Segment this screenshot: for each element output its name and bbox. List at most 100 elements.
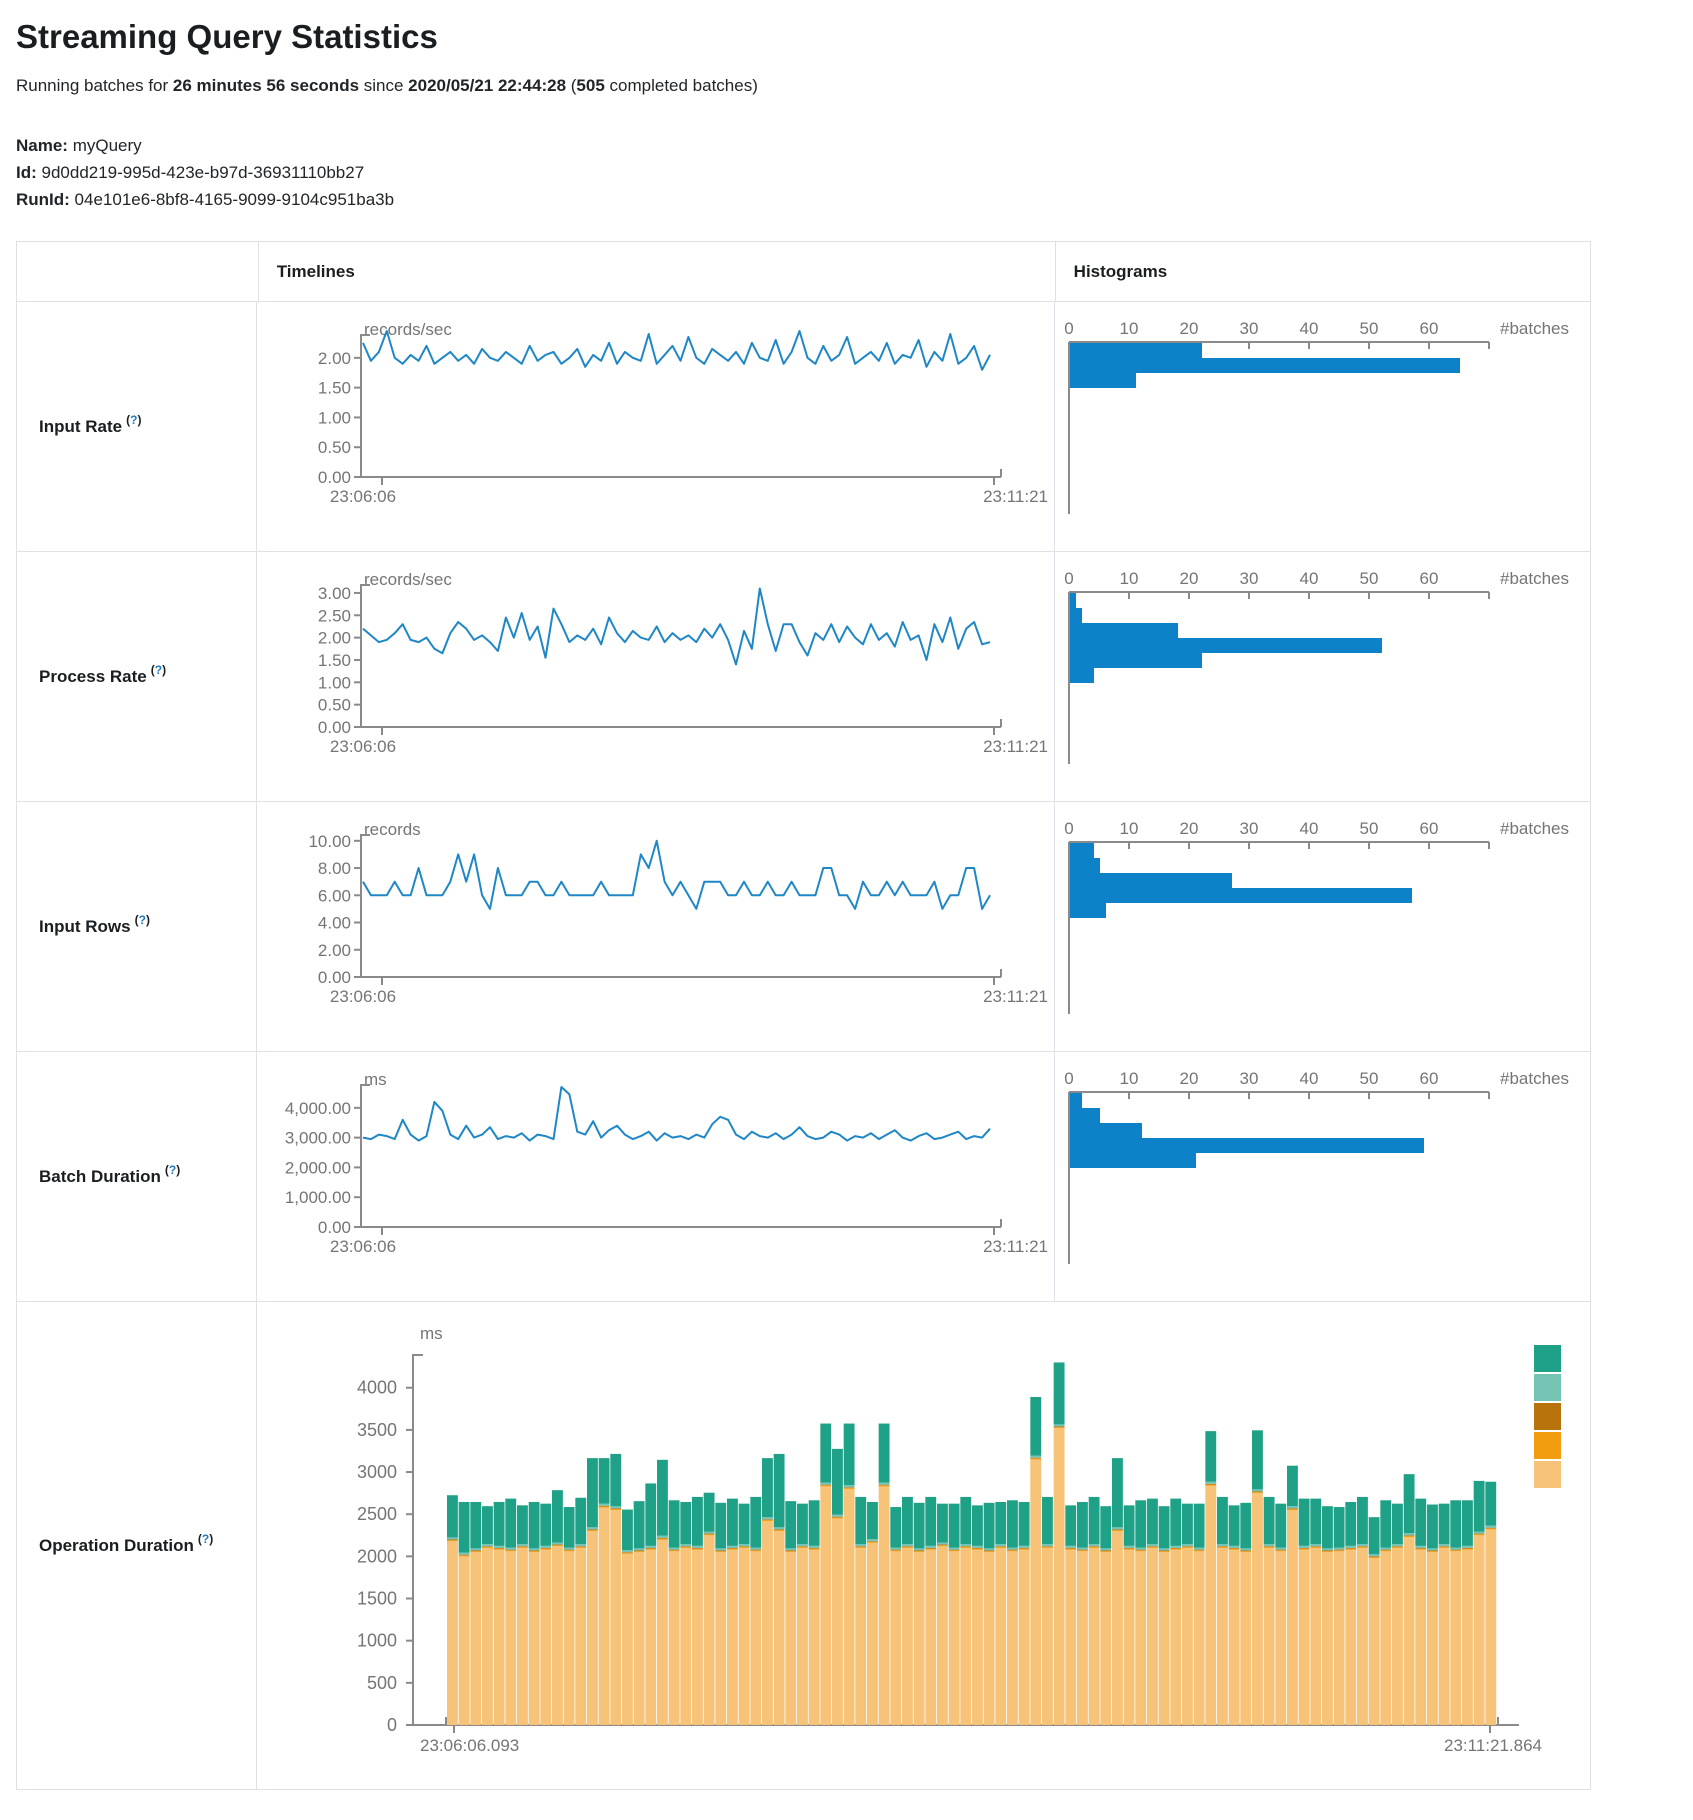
stacked-bar-segment-sliver-orange [925,1549,936,1550]
stacked-bar-segment-bottom-tan [447,1541,458,1725]
stacked-bar-segment-bottom-tan [1287,1510,1298,1725]
stacked-bar-segment-top-teal [879,1424,890,1483]
stacked-bar-segment-top-teal [972,1505,983,1545]
stacked-bar-segment-sliver-orange [1345,1549,1356,1550]
stacked-bar-segment-sliver-light-teal [984,1548,995,1550]
stacked-bar-segment-sliver-light-teal [669,1548,680,1550]
help-tooltip-operation-duration[interactable]: (?) [198,1532,213,1546]
stacked-bar-segment-bottom-tan [657,1540,668,1726]
stacked-bar-segment-sliver-orange [517,1547,528,1548]
stacked-bar-segment-bottom-tan [634,1552,645,1725]
histogram-bar [1070,1123,1142,1138]
stacked-bar-segment-sliver-dark-orange [1229,1548,1240,1549]
stacked-bar-segment-top-teal [1065,1505,1076,1545]
process-rate-timeline-chart: records/sec0.000.501.001.502.002.503.002… [257,552,1055,801]
stacked-bar-segment-sliver-dark-orange [1287,1508,1298,1509]
stacked-bar-segment-bottom-tan [1100,1552,1111,1725]
stacked-bar-segment-bottom-tan [820,1486,831,1725]
operation-duration-stacked-chart: ms0500100015002000250030003500400023:06:… [257,1302,1591,1789]
streaming-statistics-page: Streaming Query Statistics Running batch… [0,0,1693,1790]
stacked-bar-segment-bottom-tan [1194,1551,1205,1725]
stacked-bar-segment-sliver-light-teal [1205,1482,1216,1484]
help-paren: ) [176,1163,180,1177]
stacked-bar-segment-sliver-dark-orange [1334,1550,1345,1551]
summary-since: 2020/05/21 22:44:28 [408,76,566,95]
stacked-bar-segment-bottom-tan [564,1551,575,1725]
chart-text: 0 [1064,569,1073,588]
stacked-bar-segment-sliver-light-teal [972,1546,983,1548]
stacked-bar-segment-sliver-dark-orange [972,1548,983,1549]
help-question-icon[interactable]: ? [139,913,146,927]
stacked-bar-segment-sliver-orange [902,1547,913,1548]
stacked-bar-segment-sliver-orange [1147,1547,1158,1548]
stacked-bar-segment-top-teal [575,1498,586,1544]
chart-text: 0 [1064,819,1073,838]
chart-text: 0 [1064,1069,1073,1088]
histogram-bar [1070,843,1094,858]
stacked-bar-segment-bottom-tan [517,1548,528,1725]
stacked-bar-segment-sliver-light-teal [844,1485,855,1487]
stacked-bar-segment-sliver-orange [1415,1549,1426,1550]
stacked-bar-segment-sliver-orange [1380,1550,1391,1551]
stacked-bar-segment-sliver-dark-orange [657,1538,668,1539]
help-tooltip-input-rows[interactable]: (?) [135,913,150,927]
chart-text: 1,000.00 [285,1188,351,1207]
stacked-bar-segment-sliver-dark-orange [1089,1546,1100,1547]
stacked-bar-segment-sliver-light-teal [645,1546,656,1548]
stacked-bar-segment-bottom-tan [599,1507,610,1725]
stacked-bar-segment-sliver-orange [1124,1549,1135,1550]
stacked-bar-segment-sliver-orange [960,1547,971,1548]
stacked-bar-segment-sliver-orange [1299,1549,1310,1550]
stacked-bar-segment-top-teal [785,1501,796,1548]
stacked-bar-segment-top-teal [739,1504,750,1544]
stacked-bar-segment-sliver-dark-orange [482,1546,493,1547]
chart-text: 2.00 [318,629,351,648]
stacked-bar-segment-sliver-orange [1054,1427,1065,1428]
help-tooltip-process-rate[interactable]: (?) [151,663,166,677]
stacked-bar-segment-sliver-dark-orange [774,1529,785,1530]
stacked-bar-segment-top-teal [1135,1500,1146,1547]
help-question-icon[interactable]: ? [155,663,162,677]
chart-text: 2500 [357,1504,397,1524]
stacked-bar-segment-top-teal [949,1504,960,1548]
stacked-bar-segment-bottom-tan [482,1548,493,1725]
stacked-bar-segment-sliver-light-teal [1287,1506,1298,1508]
stacked-bar-segment-sliver-dark-orange [879,1485,890,1486]
help-tooltip-input-rate[interactable]: (?) [126,413,141,427]
histogram-bar [1070,903,1106,918]
chart-text: 40 [1300,1069,1319,1088]
chart-text: 23:06:06 [330,737,396,756]
batch-duration-histogram-chart: 0102030405060#batches [1055,1052,1591,1301]
stacked-bar-segment-top-teal [1415,1499,1426,1546]
row-label-text: Input Rate [39,417,122,437]
chart-text: 23:06:06 [330,987,396,1006]
stacked-bar-segment-bottom-tan [984,1552,995,1725]
stacked-bar-segment-sliver-dark-orange [1427,1550,1438,1551]
query-meta: Name: myQuery Id: 9d0dd219-995d-423e-b97… [16,132,1693,213]
stacked-bar-segment-sliver-orange [1077,1550,1088,1551]
stacked-bar-segment-bottom-tan [797,1548,808,1725]
table-row-operation-duration: Operation Duration(?) ms0500100015002000… [17,1301,1590,1789]
chart-text: 4.00 [318,914,351,933]
stacked-bar-segment-top-teal [960,1497,971,1544]
stacked-bar-segment-sliver-light-teal [1334,1548,1345,1550]
stacked-bar-segment-bottom-tan [1299,1550,1310,1725]
help-paren: ) [137,413,141,427]
stacked-bar-segment-sliver-orange [879,1485,890,1486]
stacked-bar-segment-sliver-light-teal [902,1544,913,1546]
stacked-bar-segment-sliver-light-teal [995,1544,1006,1546]
stacked-bar-segment-sliver-light-teal [459,1553,470,1555]
stacked-bar-segment-sliver-dark-orange [1194,1550,1205,1551]
chart-text: 3000 [357,1462,397,1482]
chart-text: 30 [1240,1069,1259,1088]
chart-text: 60 [1420,819,1439,838]
header-empty [17,242,258,301]
stacked-bar-segment-sliver-orange [1030,1458,1041,1459]
stacked-bar-segment-sliver-dark-orange [1124,1548,1135,1549]
stacked-bar-segment-top-teal [634,1501,645,1548]
stacked-bar-segment-sliver-orange [972,1549,983,1550]
stacked-bar-segment-sliver-dark-orange [529,1550,540,1551]
help-tooltip-batch-duration[interactable]: (?) [165,1163,180,1177]
stacked-bar-segment-top-teal [1380,1500,1391,1547]
stacked-bar-segment-top-teal [867,1502,878,1539]
